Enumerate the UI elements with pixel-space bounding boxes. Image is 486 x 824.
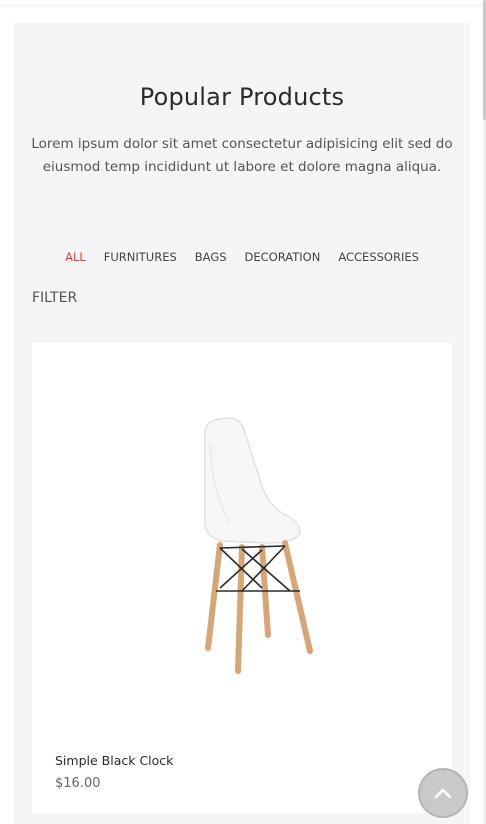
product-price: $16.00 xyxy=(55,776,101,791)
popular-products-section: Popular Products Lorem ipsum dolor sit a… xyxy=(14,23,470,824)
filter-tab-all[interactable]: ALL xyxy=(65,250,86,264)
filter-tab-bags[interactable]: BAGS xyxy=(195,250,227,264)
filter-tab-decoration[interactable]: DECORATION xyxy=(245,250,321,264)
filter-label[interactable]: FILTER xyxy=(32,290,77,306)
filter-tab-accessories[interactable]: ACCESSORIES xyxy=(338,250,419,264)
filter-tabs: ALL FURNITURES BAGS DECORATION ACCESSORI… xyxy=(14,250,470,264)
chair-image[interactable] xyxy=(150,413,340,683)
product-name[interactable]: Simple Black Clock xyxy=(55,753,173,768)
product-card[interactable]: Simple Black Clock $16.00 xyxy=(32,343,452,813)
filter-tab-furnitures[interactable]: FURNITURES xyxy=(104,250,177,264)
back-to-top-button[interactable] xyxy=(418,768,468,818)
top-bar xyxy=(0,0,486,4)
chevron-up-icon xyxy=(434,788,452,799)
section-description: Lorem ipsum dolor sit amet consectetur a… xyxy=(31,136,453,175)
section-title: Popular Products xyxy=(139,83,345,111)
